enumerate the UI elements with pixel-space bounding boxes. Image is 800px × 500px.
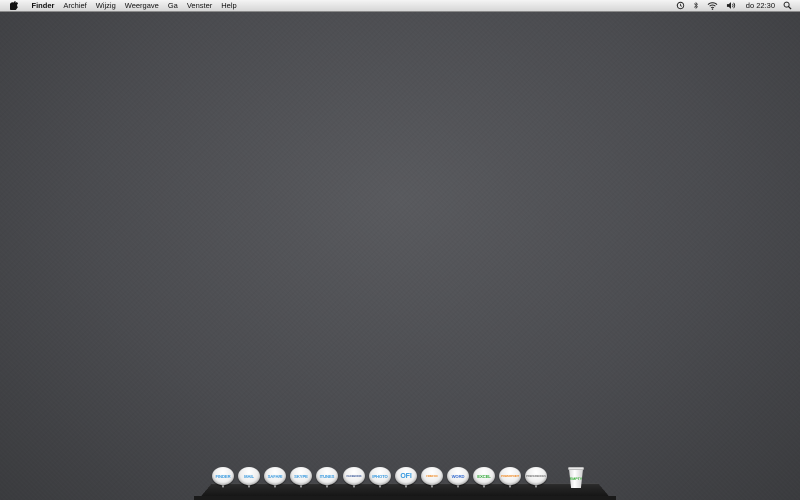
dock-icon-label: SAFARI	[264, 467, 286, 485]
dock-icon-label: MAIL	[238, 467, 260, 485]
dock-icon-label: FIREFOX	[421, 467, 443, 485]
dock-icon-itunes[interactable]: ITUNES	[316, 467, 338, 491]
dock-icon-label: PREFERENCES	[525, 467, 547, 485]
dock-icon-label: ITUNES	[316, 467, 338, 485]
menu-help[interactable]: Help	[217, 0, 241, 11]
dock-trash-icon[interactable]: EMPTY	[567, 466, 585, 490]
dock-icon-label: SKYPE	[290, 467, 312, 485]
desktop-background	[0, 0, 800, 500]
bluetooth-icon[interactable]	[693, 0, 699, 11]
dock-icon-powerpoint[interactable]: POWERPOINT	[499, 467, 521, 491]
dock-icon-label: IPHOTO	[369, 467, 391, 485]
trash-rim	[568, 467, 584, 470]
dock-icon-skype[interactable]: SKYPE	[290, 467, 312, 491]
dock-icon-label: WORD	[447, 467, 469, 485]
menu-archief[interactable]: Archief	[59, 0, 91, 11]
dock-icon-facebook[interactable]: FACEBOOK	[343, 467, 365, 491]
time-machine-icon[interactable]	[676, 0, 685, 11]
menu-wijzig[interactable]: Wijzig	[91, 0, 120, 11]
dock-icon-label: OFI	[395, 467, 417, 485]
menu-app-finder[interactable]: Finder	[27, 0, 59, 11]
dock-icon-preferences[interactable]: PREFERENCES	[525, 467, 547, 491]
apple-menu-icon[interactable]	[7, 0, 21, 11]
dock: FINDER MAIL SAFARI SKYPE ITUNES FACEBOOK…	[210, 464, 610, 500]
menu-weergave[interactable]: Weergave	[120, 0, 163, 11]
dock-icon-label: FINDER	[212, 467, 234, 485]
dock-icon-label: POWERPOINT	[499, 467, 521, 485]
dock-icon-iphoto[interactable]: IPHOTO	[369, 467, 391, 491]
trash-label: EMPTY	[569, 469, 583, 488]
dock-icon-label: EXCEL	[473, 467, 495, 485]
dock-icon-ofi[interactable]: OFI	[395, 467, 417, 491]
volume-icon[interactable]	[726, 0, 736, 11]
menu-ga[interactable]: Ga	[163, 0, 182, 11]
dock-icon-safari[interactable]: SAFARI	[264, 467, 286, 491]
menu-venster[interactable]: Venster	[182, 0, 216, 11]
spotlight-icon[interactable]	[783, 0, 792, 11]
dock-icon-finder[interactable]: FINDER	[212, 467, 234, 491]
menu-clock[interactable]: do 22:30	[746, 1, 775, 10]
dock-icon-firefox[interactable]: FIREFOX	[421, 467, 443, 491]
dock-icon-label: FACEBOOK	[343, 467, 365, 485]
dock-icon-excel[interactable]: EXCEL	[473, 467, 495, 491]
menu-bar: Finder Archief Wijzig Weergave Ga Venste…	[0, 0, 800, 12]
dock-icon-word[interactable]: WORD	[447, 467, 469, 491]
wifi-icon[interactable]	[707, 0, 718, 11]
dock-icon-mail[interactable]: MAIL	[238, 467, 260, 491]
